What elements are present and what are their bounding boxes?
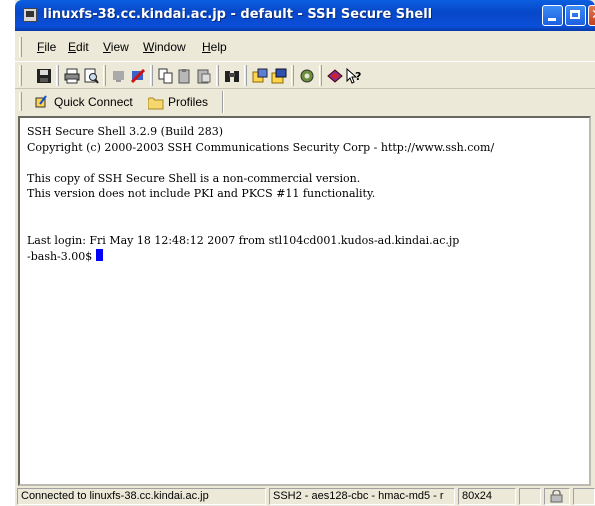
toolbar-separator: [319, 65, 322, 86]
connect-icon[interactable]: [111, 68, 127, 84]
file-transfer-icon[interactable]: [252, 68, 268, 84]
menu-file[interactable]: File: [37, 40, 56, 54]
help-book-icon[interactable]: [327, 68, 343, 84]
toolbar-separator: [103, 65, 106, 86]
profilebar-end-divider: [222, 91, 224, 113]
maximize-icon: [570, 10, 580, 19]
terminal-app-icon[interactable]: [23, 8, 37, 22]
status-cipher: SSH2 - aes128-cbc - hmac-md5 - r: [269, 488, 455, 505]
folder-icon: [147, 95, 164, 114]
shell-prompt: -bash-3.00$: [27, 249, 96, 263]
status-terminal-size: 80x24: [458, 488, 516, 505]
menu-window[interactable]: Window: [143, 40, 186, 54]
profilebar-empty-area: [225, 89, 595, 114]
paste-icon[interactable]: [177, 68, 193, 84]
status-lock-panel: [544, 488, 570, 505]
close-icon: ✕: [591, 6, 595, 25]
toolbar-grip[interactable]: [19, 65, 22, 86]
toolbar-separator: [150, 65, 153, 86]
terminal-area[interactable]: SSH Secure Shell 3.2.9 (Build 283) Copyr…: [18, 116, 591, 486]
save-icon[interactable]: [36, 68, 52, 84]
quick-connect-button[interactable]: Quick Connect: [33, 93, 143, 111]
ssh-client-window: linuxfs-38.cc.kindai.ac.jp - default - S…: [15, 0, 595, 506]
profile-bar: Quick Connect Profiles: [15, 89, 225, 114]
text-cursor: [95, 248, 103, 261]
status-connection: Connected to linuxfs-38.cc.kindai.ac.jp: [17, 488, 266, 505]
toolbar-separator: [291, 65, 294, 86]
quick-connect-label: Quick Connect: [54, 95, 133, 109]
toolbar-separator: [244, 65, 247, 86]
menu-bar: File Edit View Window Help: [15, 31, 595, 61]
binoculars-find-icon[interactable]: [224, 68, 240, 84]
copy-icon[interactable]: [158, 68, 174, 84]
print-preview-icon[interactable]: [83, 68, 99, 84]
title-bar[interactable]: linuxfs-38.cc.kindai.ac.jp - default - S…: [15, 0, 595, 31]
terminal-line: SSH Secure Shell 3.2.9 (Build 283): [27, 125, 223, 138]
status-end-panel: [573, 488, 595, 505]
menu-edit[interactable]: Edit: [68, 40, 89, 54]
quick-connect-icon: [35, 94, 49, 113]
toolbar-separator: [56, 65, 59, 86]
status-empty-panel: [519, 488, 541, 505]
svg-text:?: ?: [355, 70, 361, 83]
profilebar-grip[interactable]: [19, 92, 22, 111]
menu-view[interactable]: View: [103, 40, 129, 54]
terminal-line: This version does not include PKI and PK…: [27, 187, 376, 201]
menu-help[interactable]: Help: [202, 40, 227, 54]
context-help-icon[interactable]: ?: [346, 67, 362, 84]
menubar-grip[interactable]: [19, 37, 22, 57]
settings-icon[interactable]: [299, 68, 315, 84]
new-terminal-icon[interactable]: [271, 68, 287, 84]
minimize-button[interactable]: [542, 5, 563, 26]
minimize-icon: [548, 18, 556, 21]
profiles-label: Profiles: [168, 95, 209, 109]
paste-alt-icon[interactable]: [196, 68, 212, 84]
lock-icon: [550, 489, 564, 504]
profiles-button[interactable]: Profiles: [147, 93, 218, 114]
close-button[interactable]: ✕: [588, 5, 595, 26]
terminal-line: Last login: Fri May 18 12:48:12 2007 fro…: [27, 234, 460, 248]
window-title: linuxfs-38.cc.kindai.ac.jp - default - S…: [43, 7, 433, 22]
disconnect-icon[interactable]: [130, 68, 146, 84]
toolbar-separator: [216, 65, 219, 86]
toolbar: ?: [15, 61, 595, 89]
status-bar: Connected to linuxfs-38.cc.kindai.ac.jp …: [15, 486, 595, 506]
terminal-line: This copy of SSH Secure Shell is a non-c…: [27, 171, 361, 185]
maximize-button[interactable]: [565, 5, 586, 26]
print-icon[interactable]: [64, 68, 80, 84]
terminal-line: Copyright (c) 2000-2003 SSH Communicatio…: [27, 140, 495, 154]
terminal-output: SSH Secure Shell 3.2.9 (Build 283) Copyr…: [27, 124, 494, 264]
